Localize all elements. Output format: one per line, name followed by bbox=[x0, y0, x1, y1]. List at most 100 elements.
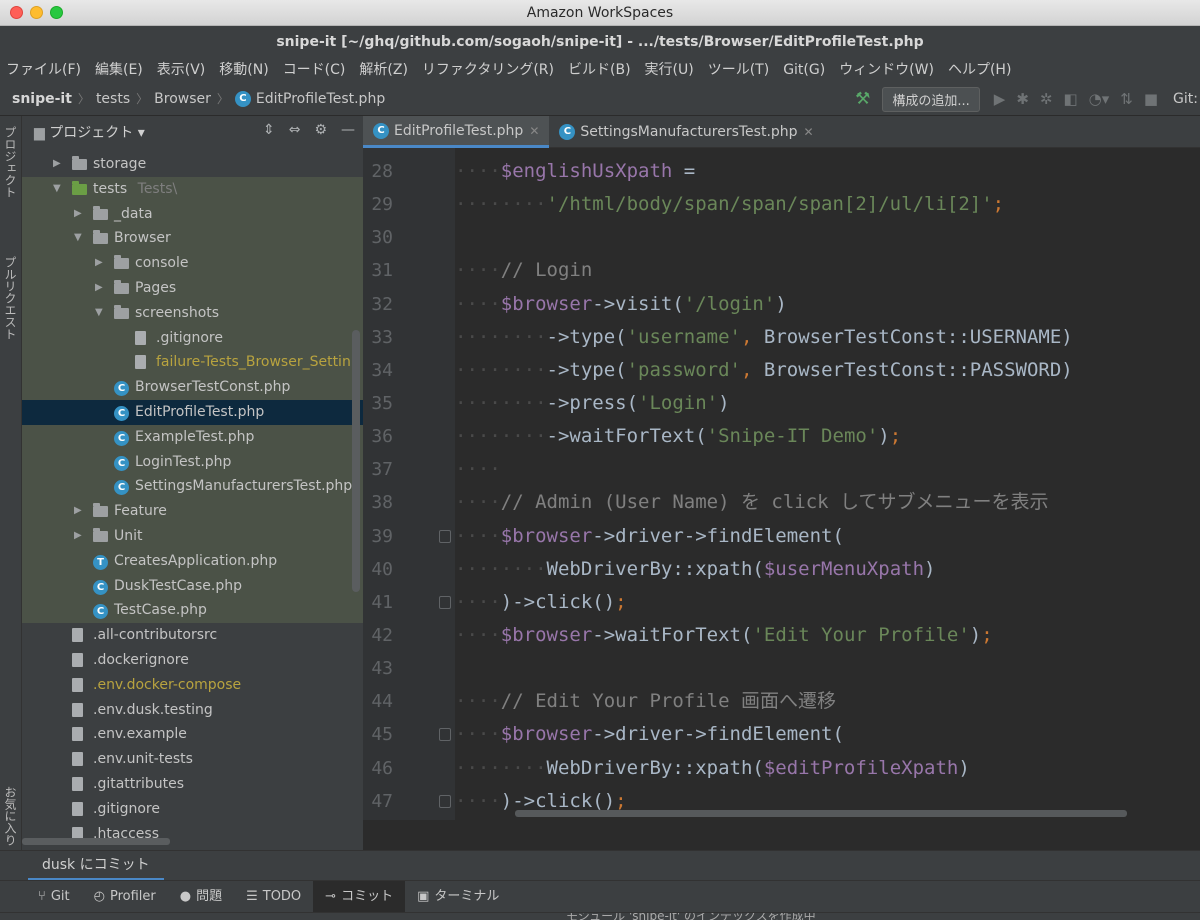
breadcrumb-file[interactable]: EditProfileTest.php bbox=[256, 91, 385, 107]
profile-icon[interactable]: ◧ bbox=[1063, 90, 1077, 108]
tree-item[interactable]: failure-Tests_Browser_Settin bbox=[22, 350, 363, 376]
expand-all-icon[interactable]: ⇕ bbox=[263, 122, 275, 138]
stop-icon[interactable]: ■ bbox=[1144, 90, 1158, 108]
tree-item[interactable]: ▶ storage bbox=[22, 152, 363, 177]
tree-item[interactable]: C DuskTestCase.php bbox=[22, 573, 363, 599]
tree-item[interactable]: ▶ Pages bbox=[22, 275, 363, 301]
debug-icon[interactable]: ✱ bbox=[1016, 90, 1029, 108]
close-icon[interactable]: ✕ bbox=[804, 117, 814, 147]
run-icon[interactable]: ▶ bbox=[994, 90, 1006, 108]
tree-item[interactable]: ▼ Browser bbox=[22, 226, 363, 252]
fold-marker-icon[interactable] bbox=[439, 794, 451, 808]
code-editor[interactable]: 28 ····$englishUsXpath = 29 ········'/html/… bbox=[363, 148, 1200, 820]
menu-item[interactable]: 移動(N) bbox=[219, 58, 268, 82]
tree-item[interactable]: .env.dusk.testing bbox=[22, 698, 363, 723]
chevron-down-icon[interactable]: ▼ bbox=[95, 301, 105, 326]
fold-marker-icon[interactable] bbox=[439, 595, 451, 609]
breadcrumb-tests[interactable]: tests bbox=[96, 91, 130, 107]
ide-title: snipe-it [~/ghq/github.com/sogaoh/snipe-… bbox=[0, 26, 1200, 58]
chevron-right-icon[interactable]: ▶ bbox=[95, 276, 105, 301]
close-icon[interactable]: ✕ bbox=[529, 116, 539, 146]
editor-horizontal-scrollbar[interactable] bbox=[515, 810, 1127, 817]
tree-item[interactable]: ▶ _data bbox=[22, 201, 363, 227]
gear-icon[interactable]: ⚙ bbox=[314, 122, 327, 138]
indent-guide: ········ bbox=[455, 425, 547, 448]
line-number: 41 bbox=[371, 591, 393, 613]
project-tool-tab[interactable]: プロジェクト bbox=[2, 126, 19, 198]
build-hammer-icon[interactable]: ⚒ bbox=[855, 89, 870, 109]
tree-item[interactable]: C SettingsManufacturersTest.php bbox=[22, 474, 363, 500]
code-text: ········->type('username', BrowserTestCo… bbox=[455, 321, 1073, 354]
php-class-icon: C bbox=[114, 375, 129, 400]
tree-item[interactable]: .gitignore bbox=[22, 325, 363, 351]
tree-item[interactable]: .env.docker-compose bbox=[22, 673, 363, 698]
tree-item[interactable]: .all-contributorsrc bbox=[22, 623, 363, 648]
line-number: 40 bbox=[371, 558, 393, 580]
tool-window-6[interactable]: ▣ ターミナル bbox=[405, 881, 511, 913]
project-horizontal-scrollbar[interactable] bbox=[22, 838, 170, 845]
tree-item[interactable]: .env.example bbox=[22, 722, 363, 747]
tree-item[interactable]: T CreatesApplication.php bbox=[22, 548, 363, 574]
project-scrollbar[interactable] bbox=[352, 330, 360, 592]
tool-window-3[interactable]: ● 問題 bbox=[168, 881, 234, 913]
tree-item[interactable]: .gitattributes bbox=[22, 772, 363, 797]
pull-requests-tool-tab[interactable]: プルリクエスト bbox=[2, 256, 19, 340]
menu-item[interactable]: ウィンドウ(W) bbox=[839, 58, 934, 82]
tree-item[interactable]: C BrowserTestConst.php bbox=[22, 375, 363, 400]
code-token: , bbox=[740, 358, 764, 381]
tree-item[interactable]: ▶ Feature bbox=[22, 499, 363, 524]
collapse-all-icon[interactable]: ⇔ bbox=[289, 122, 301, 138]
breadcrumb-root[interactable]: snipe-it bbox=[12, 91, 72, 107]
chevron-right-icon[interactable]: ▶ bbox=[95, 251, 105, 276]
tree-item[interactable]: .dockerignore bbox=[22, 648, 363, 673]
folder-icon bbox=[72, 152, 87, 179]
menu-item[interactable]: 解析(Z) bbox=[359, 58, 408, 82]
favorites-tool-tab[interactable]: お気に入り bbox=[2, 786, 19, 846]
hide-panel-icon[interactable]: — bbox=[341, 122, 355, 138]
code-text: ····$englishUsXpath = bbox=[455, 155, 695, 188]
tool-window-1[interactable]: ⑂ Git bbox=[26, 881, 82, 913]
fold-marker-icon[interactable] bbox=[439, 529, 451, 543]
tree-item[interactable]: C TestCase.php bbox=[22, 598, 363, 624]
menu-item[interactable]: ヘルプ(H) bbox=[948, 58, 1011, 82]
fold-marker-icon[interactable] bbox=[439, 728, 451, 742]
project-panel-title[interactable]: ▆ プロジェクト ▾ bbox=[34, 122, 145, 142]
add-configuration-button[interactable]: 構成の追加... bbox=[882, 86, 980, 112]
tool-window-2[interactable]: ◴ Profiler bbox=[82, 881, 168, 913]
breadcrumb-browser[interactable]: Browser bbox=[154, 91, 211, 107]
chevron-down-icon[interactable]: ▼ bbox=[74, 226, 84, 251]
php-class-icon: C bbox=[559, 124, 576, 140]
tree-item[interactable]: ▼ tests Tests\ bbox=[22, 176, 363, 202]
tree-item[interactable]: C LoginTest.php bbox=[22, 449, 363, 475]
chevron-right-icon[interactable]: ▶ bbox=[74, 524, 84, 549]
menu-item[interactable]: ツール(T) bbox=[708, 58, 769, 82]
tree-item[interactable]: C ExampleTest.php bbox=[22, 424, 363, 450]
coverage-icon[interactable]: ✲ bbox=[1040, 90, 1053, 108]
tool-window-5[interactable]: ⊸ コミット bbox=[313, 880, 406, 913]
menu-item[interactable]: 表示(V) bbox=[157, 58, 206, 82]
menu-item[interactable]: 編集(E) bbox=[95, 58, 143, 82]
tree-item-label: TestCase.php bbox=[114, 602, 207, 619]
menu-item[interactable]: コード(C) bbox=[283, 58, 346, 82]
more-run-icon[interactable]: ◔▾ bbox=[1089, 90, 1110, 108]
chevron-right-icon[interactable]: ▶ bbox=[74, 499, 84, 524]
chevron-right-icon[interactable]: ▶ bbox=[53, 152, 63, 177]
tree-item[interactable]: C EditProfileTest.php bbox=[22, 399, 363, 425]
tree-item[interactable]: .gitignore bbox=[22, 797, 363, 822]
attach-icon[interactable]: ⇅ bbox=[1120, 90, 1133, 108]
tree-item[interactable]: ▶ console bbox=[22, 251, 363, 276]
menu-item[interactable]: Git(G) bbox=[783, 58, 825, 82]
tree-item[interactable]: ▼ screenshots bbox=[22, 300, 363, 326]
editor-tab[interactable]: C SettingsManufacturersTest.php ✕ bbox=[549, 116, 823, 148]
menu-item[interactable]: 実行(U) bbox=[645, 58, 694, 82]
tree-item[interactable]: .env.unit-tests bbox=[22, 747, 363, 772]
chevron-down-icon[interactable]: ▼ bbox=[53, 177, 63, 202]
commit-tab[interactable]: dusk にコミット bbox=[28, 851, 164, 881]
tool-window-4[interactable]: ☰ TODO bbox=[234, 881, 313, 913]
menu-item[interactable]: ビルド(B) bbox=[568, 58, 631, 82]
chevron-right-icon[interactable]: ▶ bbox=[74, 202, 84, 227]
editor-tab[interactable]: C EditProfileTest.php ✕ bbox=[363, 116, 550, 148]
menu-item[interactable]: ファイル(F) bbox=[6, 58, 81, 82]
tree-item[interactable]: ▶ Unit bbox=[22, 523, 363, 549]
menu-item[interactable]: リファクタリング(R) bbox=[422, 58, 554, 82]
